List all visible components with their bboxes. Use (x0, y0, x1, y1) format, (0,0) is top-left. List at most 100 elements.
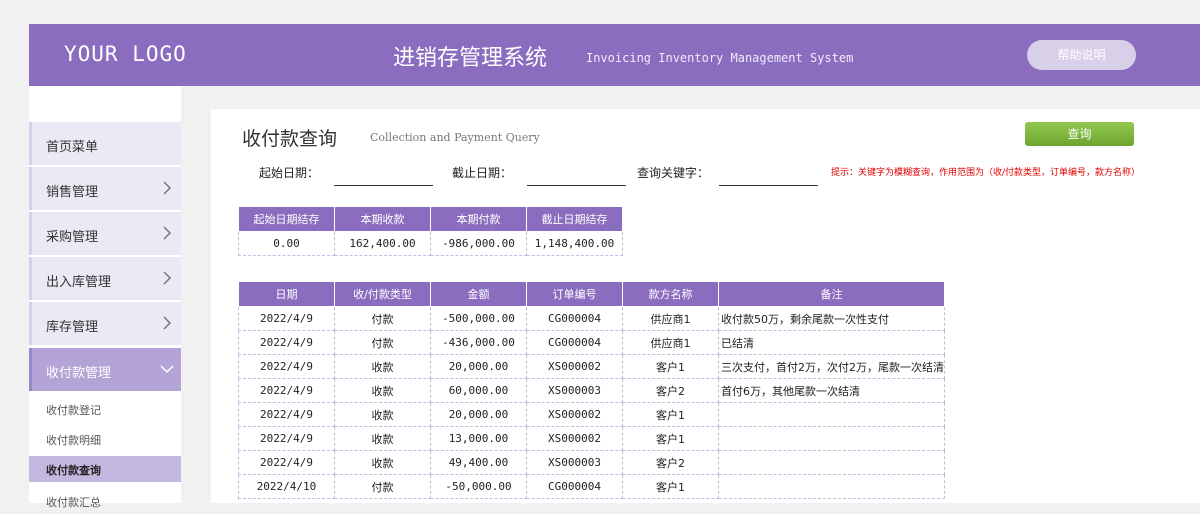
table-row: 2022/4/9 收款 13,000.00 XS000002 客户1 (238, 426, 945, 451)
remark-cell (718, 450, 945, 475)
summary-header: 本期付款 (430, 206, 527, 232)
keyword-input[interactable] (719, 165, 818, 186)
sidebar-item-payments[interactable]: 收付款管理 (29, 348, 181, 391)
order-no-cell: XS000002 (526, 354, 623, 379)
party-cell: 供应商1 (622, 306, 719, 331)
date-cell: 2022/4/10 (238, 474, 335, 499)
table-row: 2022/4/9 收款 20,000.00 XS000002 客户1 三次支付，首付2万，… (238, 354, 945, 379)
order-no-cell: CG000004 (526, 474, 623, 499)
sidebar: 首页菜单 销售管理 采购管理 出入库管理 库存管理 收付款管理 收付款登记 收付… (29, 86, 181, 509)
date-cell: 2022/4/9 (238, 306, 335, 331)
party-cell: 客户1 (622, 402, 719, 427)
party-cell: 客户2 (622, 450, 719, 475)
amount-cell: 13,000.00 (430, 426, 527, 451)
party-cell: 客户1 (622, 474, 719, 499)
system-title: 进销存管理系统 (393, 46, 548, 71)
date-cell: 2022/4/9 (238, 450, 335, 475)
date-cell: 2022/4/9 (238, 426, 335, 451)
logo: YOUR LOGO (64, 42, 187, 66)
type-cell: 收款 (334, 426, 431, 451)
detail-header: 款方名称 (622, 281, 719, 307)
table-row: 2022/4/9 收款 20,000.00 XS000002 客户1 (238, 402, 945, 427)
remark-cell (718, 474, 945, 499)
type-cell: 收款 (334, 378, 431, 403)
sidebar-item-label: 库存管理 (46, 320, 99, 335)
table-row: 2022/4/9 付款 -436,000.00 CG000004 供应商1 已结清 (238, 330, 945, 355)
amount-cell: 60,000.00 (430, 378, 527, 403)
order-no-cell: XS000002 (526, 426, 623, 451)
remark-cell: 收付款50万，剩余尾款一次性支付 (718, 306, 945, 331)
item-accent-bar (29, 302, 32, 345)
item-accent-bar (29, 348, 32, 391)
date-cell: 2022/4/9 (238, 378, 335, 403)
sidebar-item-label: 首页菜单 (46, 140, 99, 155)
page-subtitle: Collection and Payment Query (370, 131, 540, 144)
item-accent-bar (29, 212, 32, 255)
start-date-label: 起始日期： (259, 166, 320, 180)
type-cell: 付款 (334, 330, 431, 355)
summary-header: 起始日期结存 (238, 206, 335, 232)
type-cell: 付款 (334, 474, 431, 499)
amount-cell: 49,400.00 (430, 450, 527, 475)
subnav-payment-register[interactable]: 收付款登记 (29, 396, 181, 422)
search-tip: 提示：关键字为模糊查询，作用范围为（收/付款类型，订单编号，款方名称） (831, 168, 1141, 178)
remark-cell: 已结清 (718, 330, 945, 355)
party-cell: 客户1 (622, 354, 719, 379)
party-cell: 客户2 (622, 378, 719, 403)
keyword-label: 查询关键字： (637, 166, 710, 180)
summary-value: -986,000.00 (430, 231, 527, 256)
subnav-label: 收付款登记 (46, 404, 101, 417)
end-date-input[interactable] (527, 165, 626, 186)
order-no-cell: CG000004 (526, 330, 623, 355)
table-row: 2022/4/9 付款 -500,000.00 CG000004 供应商1 收付款50万，… (238, 306, 945, 331)
query-button[interactable]: 查询 (1025, 122, 1134, 146)
sidebar-item-sales[interactable]: 销售管理 (29, 167, 181, 210)
item-accent-bar (29, 122, 32, 165)
subnav-payment-detail[interactable]: 收付款明细 (29, 426, 181, 452)
amount-cell: 20,000.00 (430, 354, 527, 379)
sidebar-item-warehouse[interactable]: 出入库管理 (29, 257, 181, 300)
table-row: 2022/4/10 付款 -50,000.00 CG000004 客户1 (238, 474, 945, 499)
summary-value-row: 0.00 162,400.00 -986,000.00 1,148,400.00 (238, 231, 623, 256)
order-no-cell: CG000004 (526, 306, 623, 331)
detail-header: 备注 (718, 281, 945, 307)
remark-cell (718, 402, 945, 427)
subnav-payment-query[interactable]: 收付款查询 (29, 456, 181, 482)
sidebar-item-inventory[interactable]: 库存管理 (29, 302, 181, 345)
party-cell: 客户1 (622, 426, 719, 451)
date-cell: 2022/4/9 (238, 354, 335, 379)
type-cell: 收款 (334, 402, 431, 427)
date-cell: 2022/4/9 (238, 402, 335, 427)
sidebar-item-label: 收付款管理 (46, 366, 112, 381)
item-accent-bar (29, 257, 32, 300)
subnav-label: 收付款汇总 (46, 496, 101, 509)
detail-table: 日期 收/付款类型 金额 订单编号 款方名称 备注 2022/4/9 付款 -500… (238, 281, 945, 499)
summary-value: 0.00 (238, 231, 335, 256)
summary-header: 截止日期结存 (526, 206, 623, 232)
start-date-input[interactable] (334, 165, 433, 186)
page-title: 收付款查询 (242, 128, 338, 150)
sidebar-item-label: 采购管理 (46, 230, 99, 245)
party-cell: 供应商1 (622, 330, 719, 355)
help-button[interactable]: 帮助说明 (1027, 40, 1136, 70)
item-accent-bar (29, 167, 32, 210)
sidebar-item-label: 销售管理 (46, 185, 99, 200)
subnav-payment-summary[interactable]: 收付款汇总 (29, 488, 181, 514)
end-date-label: 截止日期： (452, 166, 513, 180)
table-row: 2022/4/9 收款 60,000.00 XS000003 客户2 首付6万，其他尾款一… (238, 378, 945, 403)
main-panel: 收付款查询 Collection and Payment Query 查询 起始… (211, 109, 1200, 503)
detail-body: 2022/4/9 付款 -500,000.00 CG000004 供应商1 收付款50万，… (238, 306, 945, 499)
subnav-label: 收付款明细 (46, 434, 101, 447)
order-no-cell: XS000003 (526, 378, 623, 403)
system-subtitle: Invoicing Inventory Management System (586, 51, 854, 65)
summary-value: 162,400.00 (334, 231, 431, 256)
type-cell: 收款 (334, 354, 431, 379)
amount-cell: -436,000.00 (430, 330, 527, 355)
detail-header: 收/付款类型 (334, 281, 431, 307)
sidebar-item-purchase[interactable]: 采购管理 (29, 212, 181, 255)
sidebar-item-home[interactable]: 首页菜单 (29, 122, 181, 165)
table-row: 2022/4/9 收款 49,400.00 XS000003 客户2 (238, 450, 945, 475)
date-cell: 2022/4/9 (238, 330, 335, 355)
summary-header: 本期收款 (334, 206, 431, 232)
detail-header-row: 日期 收/付款类型 金额 订单编号 款方名称 备注 (238, 281, 945, 307)
